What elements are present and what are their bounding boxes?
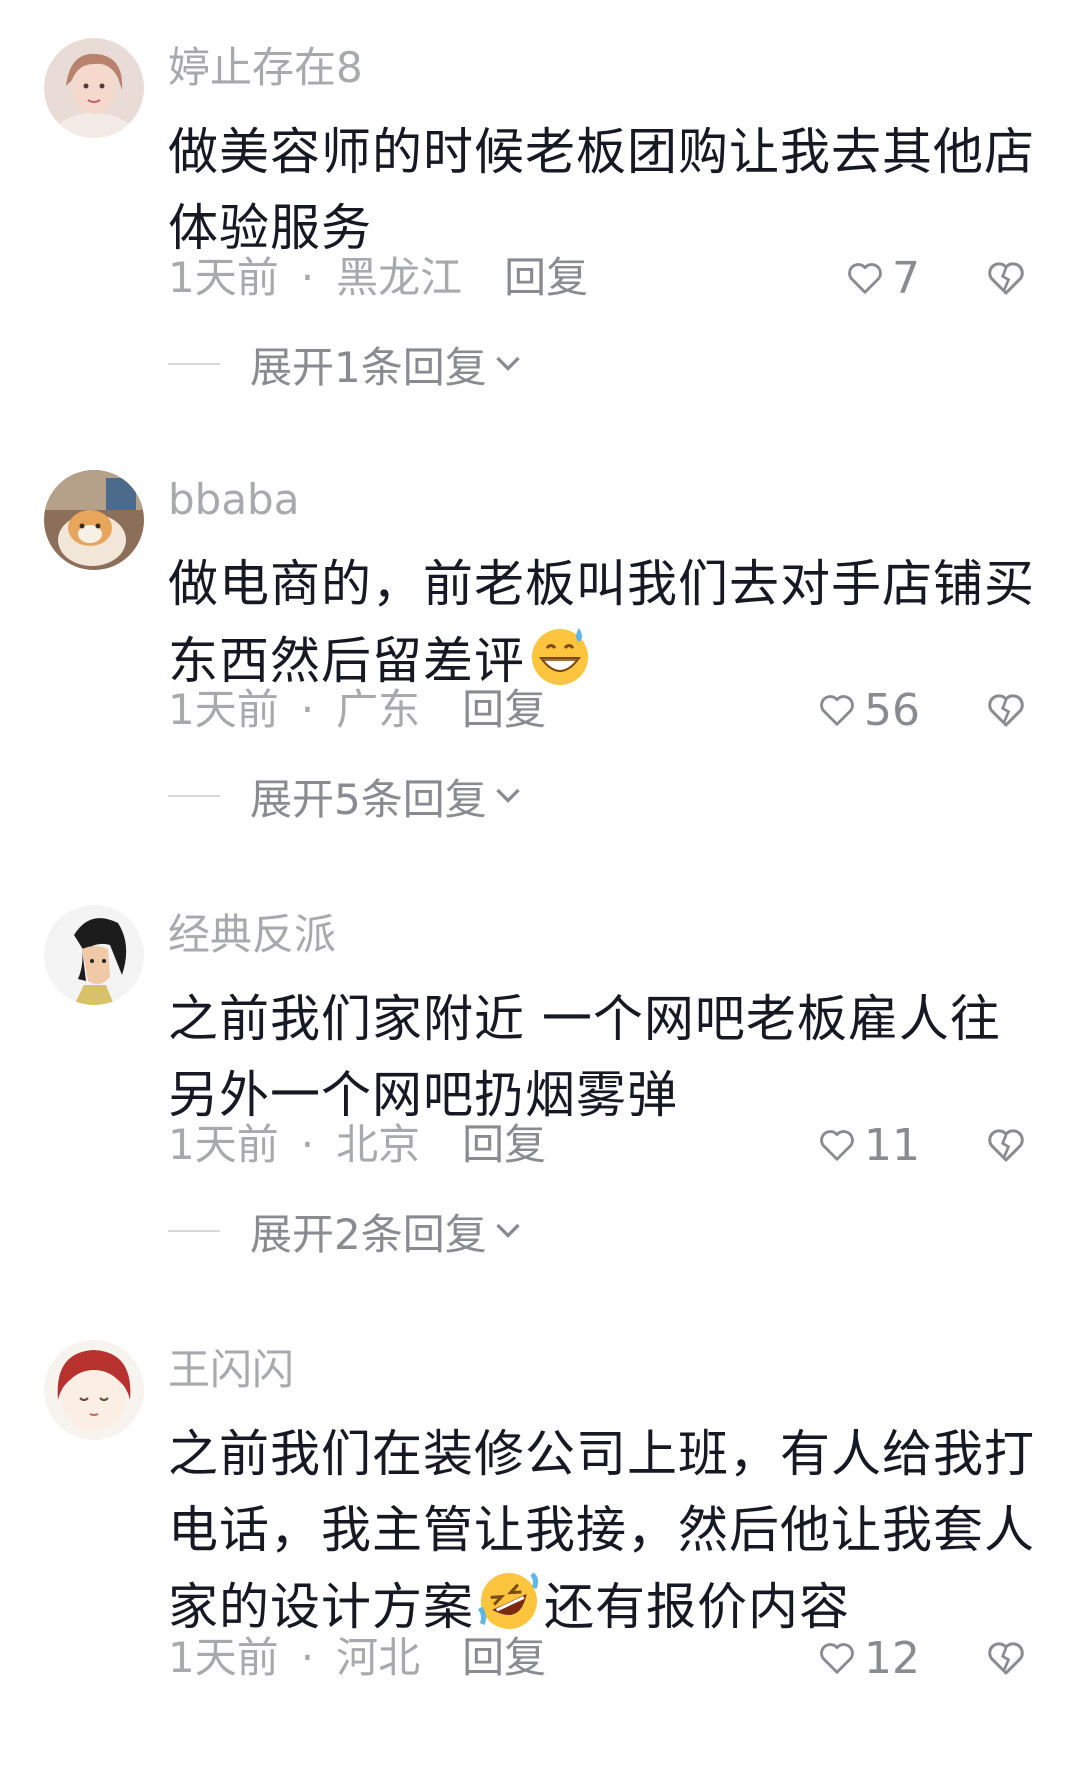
divider-line (168, 795, 220, 797)
comment-location: 广东 (336, 685, 421, 734)
avatar[interactable] (44, 1340, 144, 1440)
chevron-down-icon (496, 356, 520, 371)
comment-time: 1天前 (168, 1120, 279, 1169)
username[interactable]: 经典反派 (168, 909, 336, 961)
reply-button[interactable]: 回复 (462, 1117, 546, 1173)
reply-button[interactable]: 回复 (462, 1630, 546, 1686)
comment-location: 黑龙江 (336, 253, 463, 302)
like-button[interactable]: 56 (818, 682, 920, 738)
avatar[interactable] (44, 470, 144, 570)
expand-replies-label: 展开2条回复 (250, 1209, 487, 1259)
comment-meta: 1天前 · 广东 回复 (168, 682, 546, 738)
expand-replies-button[interactable]: 展开2条回复 (168, 1203, 523, 1259)
comment-text-body: 还有报价内容 (544, 1578, 850, 1636)
comment-time: 1天前 (168, 685, 279, 734)
separator-dot: · (300, 685, 315, 734)
comment-meta: 1天前 · 北京 回复 (168, 1117, 546, 1173)
like-count: 7 (892, 252, 920, 304)
username[interactable]: 王闪闪 (168, 1344, 294, 1396)
avatar-image (44, 38, 144, 138)
broken-heart-icon[interactable] (986, 1638, 1026, 1678)
heart-outline-icon (820, 1643, 854, 1674)
broken-heart-icon[interactable] (986, 690, 1026, 730)
comment-time: 1天前 (168, 1633, 279, 1682)
rolling-laughing-emoji (477, 1572, 539, 1629)
comment-text: 做电商的，前老板叫我们去对手店铺买东西然后留差评 (168, 546, 1048, 699)
reply-button[interactable]: 回复 (504, 250, 588, 306)
like-count: 56 (864, 684, 920, 736)
separator-dot: · (300, 1633, 315, 1682)
comment-meta: 1天前 · 黑龙江 回复 (168, 250, 588, 306)
avatar-image (44, 905, 144, 1005)
expand-replies-button[interactable]: 展开5条回复 (168, 768, 523, 824)
heart-outline-icon (820, 695, 854, 726)
divider-line (168, 363, 220, 365)
comment-meta: 1天前 · 河北 回复 (168, 1630, 546, 1686)
like-button[interactable]: 7 (846, 250, 920, 306)
chevron-down-icon (496, 788, 520, 803)
like-count: 12 (864, 1632, 920, 1684)
comment-text: 之前我们在装修公司上班，有人给我打电话，我主管让我接，然后他让我套人家的设计方案… (168, 1416, 1048, 1645)
avatar-image (44, 470, 144, 570)
expand-replies-label: 展开5条回复 (250, 774, 487, 824)
like-button[interactable]: 12 (818, 1630, 920, 1686)
expand-replies-label: 展开1条回复 (250, 342, 487, 392)
separator-dot: · (300, 1120, 315, 1169)
reply-button[interactable]: 回复 (462, 682, 546, 738)
comment-text: 做美容师的时候老板团购让我去其他店体验服务 (168, 123, 1035, 257)
comment-location: 北京 (336, 1120, 421, 1169)
divider-line (168, 1230, 220, 1232)
separator-dot: · (300, 253, 315, 302)
comment-time: 1天前 (168, 253, 279, 302)
comment-location: 河北 (336, 1633, 421, 1682)
heart-outline-icon (820, 1130, 854, 1161)
like-button[interactable]: 11 (818, 1117, 920, 1173)
comment-text: 之前我们家附近 一个网吧老板雇人往另外一个网吧扔烟雾弹 (168, 990, 1001, 1124)
comment-text-body: 做电商的，前老板叫我们去对手店铺买东西然后留差评 (168, 555, 1035, 690)
chevron-down-icon (496, 1223, 520, 1238)
broken-heart-icon[interactable] (986, 1125, 1026, 1165)
avatar[interactable] (44, 905, 144, 1005)
avatar[interactable] (44, 38, 144, 138)
like-count: 11 (864, 1119, 920, 1171)
grinning-sweat-emoji (532, 628, 588, 685)
avatar-image (44, 1340, 144, 1440)
username[interactable]: bbaba (168, 474, 299, 526)
broken-heart-icon[interactable] (986, 258, 1026, 298)
expand-replies-button[interactable]: 展开1条回复 (168, 336, 523, 392)
heart-outline-icon (848, 263, 882, 294)
username[interactable]: 婷止存在8 (168, 42, 363, 94)
